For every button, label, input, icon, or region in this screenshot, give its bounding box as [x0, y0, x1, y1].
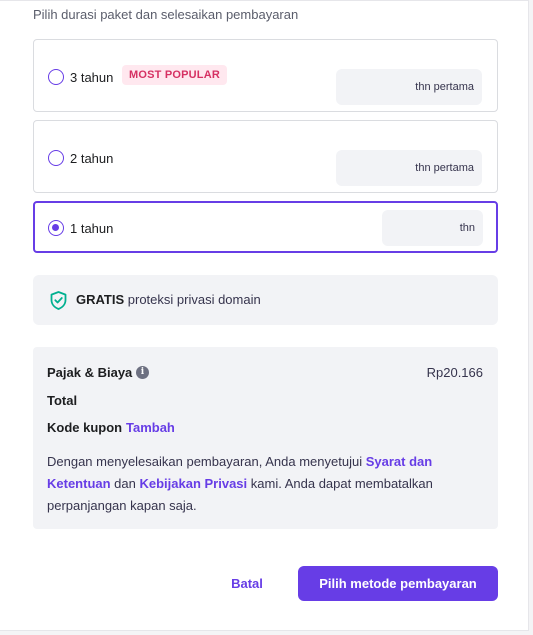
price-suffix-2-years: thn pertama [415, 162, 474, 174]
radio-1-year[interactable] [48, 220, 64, 236]
privacy-policy-link[interactable]: Kebijakan Privasi [139, 476, 247, 491]
add-coupon-link[interactable]: Tambah [126, 420, 175, 435]
radio-2-years[interactable] [48, 150, 64, 166]
plan-label-3-years: 3 tahun [70, 70, 114, 85]
checkout-card: Pilih durasi paket dan selesaikan pembay… [0, 0, 529, 631]
shield-check-icon [50, 291, 67, 310]
privacy-free-label: GRATIS [76, 292, 125, 307]
tax-value: Rp20.166 [426, 365, 483, 380]
page-subtitle: Pilih durasi paket dan selesaikan pembay… [33, 7, 299, 22]
price-suffix-3-years: thn pertama [415, 81, 474, 93]
price-box-3-years: thn pertama [336, 69, 482, 105]
price-box-2-years: thn pertama [336, 150, 482, 186]
most-popular-badge: MOST POPULAR [122, 65, 228, 85]
info-icon[interactable]: i [136, 366, 149, 379]
cancel-button[interactable]: Batal [219, 566, 275, 600]
terms-text: Dengan menyelesaikan pembayaran, Anda me… [47, 451, 467, 517]
order-summary: Pajak & Biaya i Rp20.166 Total Kode kupo… [33, 347, 498, 529]
privacy-text: GRATIS proteksi privasi domain [76, 292, 261, 307]
plan-option-2-years[interactable]: 2 tahun thn pertama [33, 120, 498, 193]
plan-label-2-years: 2 tahun [70, 151, 114, 166]
coupon-label: Kode kupon [47, 420, 123, 435]
plan-label-1-year: 1 tahun [70, 221, 114, 236]
total-label: Total [47, 393, 78, 408]
privacy-protection-banner: GRATIS proteksi privasi domain [33, 275, 498, 325]
choose-payment-method-button[interactable]: Pilih metode pembayaran [298, 566, 498, 601]
plan-option-3-years[interactable]: 3 tahun MOST POPULAR thn pertama [33, 39, 498, 112]
price-box-1-year: thn [382, 210, 483, 246]
tax-label: Pajak & Biaya [47, 365, 133, 380]
price-suffix-1-year: thn [459, 222, 475, 234]
radio-3-years[interactable] [48, 69, 64, 85]
terms-part-2: dan [110, 476, 140, 491]
privacy-description: proteksi privasi domain [124, 292, 261, 307]
plan-option-1-year[interactable]: 1 tahun thn [33, 201, 498, 253]
terms-part-1: Dengan menyelesaikan pembayaran, Anda me… [47, 454, 366, 469]
